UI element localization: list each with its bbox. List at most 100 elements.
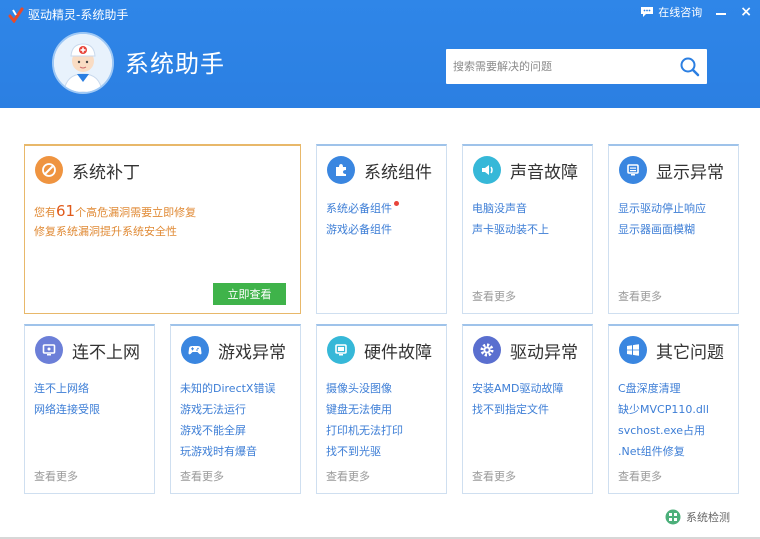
issue-link[interactable]: 游戏必备组件 [326, 219, 399, 240]
monitor-icon [619, 156, 647, 184]
gear-icon [473, 336, 501, 364]
windows-icon [619, 336, 647, 364]
hardware-icon [327, 336, 355, 364]
issue-link-label: svchost.exe占用 [618, 424, 706, 437]
view-more-link[interactable]: 查看更多 [472, 288, 516, 304]
card-header: 系统补丁 [35, 156, 140, 184]
card-header: 游戏异常 [181, 336, 286, 364]
view-more-link[interactable]: 查看更多 [180, 468, 224, 484]
doctor-avatar [52, 32, 114, 94]
issue-link[interactable]: 找不到光驱 [326, 441, 403, 462]
card-header: 系统组件 [327, 156, 432, 184]
issue-link[interactable]: 显示器画面模糊 [618, 219, 706, 240]
patch-summary-suffix: 个高危漏洞需要立即修复 [75, 206, 197, 219]
close-button[interactable]: × [740, 5, 752, 19]
issue-link-label: C盘深度清理 [618, 382, 681, 395]
issue-link[interactable]: 摄像头没图像 [326, 378, 403, 399]
issue-link[interactable]: 游戏无法运行 [180, 399, 275, 420]
issue-link[interactable]: .Net组件修复 [618, 441, 709, 462]
card-title: 驱动异常 [510, 342, 578, 363]
minimize-button[interactable] [716, 9, 727, 15]
issue-link[interactable]: 连不上网络 [34, 378, 100, 399]
window-controls: 在线咨询 × [640, 4, 752, 20]
card-links: 连不上网络网络连接受限 [34, 378, 100, 420]
app-title: 系统助手 [125, 50, 225, 78]
issue-link-label: 缺少MVCP110.dll [618, 403, 709, 416]
view-more-link[interactable]: 查看更多 [472, 468, 516, 484]
card-header: 声音故障 [473, 156, 578, 184]
card-header: 显示异常 [619, 156, 724, 184]
minimize-icon [716, 13, 727, 15]
issue-link[interactable]: 电脑没声音 [472, 198, 549, 219]
view-more-link[interactable]: 查看更多 [326, 468, 370, 484]
issue-link-label: 游戏不能全屏 [180, 424, 246, 437]
issue-link[interactable]: 声卡驱动装不上 [472, 219, 549, 240]
system-check-label: 系统检测 [686, 511, 730, 524]
issue-link-label: 连不上网络 [34, 382, 89, 395]
card-system-patch: 系统补丁 您有61个高危漏洞需要立即修复 修复系统漏洞提升系统安全性 立即查看 [24, 144, 301, 314]
card-links: 电脑没声音声卡驱动装不上 [472, 198, 549, 240]
view-now-button[interactable]: 立即查看 [213, 283, 286, 305]
issue-link-label: 打印机无法打印 [326, 424, 403, 437]
issue-link-label: 显示器画面模糊 [618, 223, 695, 236]
app-logo-icon [8, 7, 24, 24]
card-title: 硬件故障 [364, 342, 432, 363]
card-title: 系统补丁 [72, 162, 140, 183]
issue-link-label: 键盘无法使用 [326, 403, 392, 416]
chat-bubble-icon [641, 7, 654, 17]
issue-link[interactable]: 游戏不能全屏 [180, 420, 275, 441]
issue-link[interactable]: C盘深度清理 [618, 378, 709, 399]
system-check-icon [665, 509, 681, 525]
issue-link[interactable]: 打印机无法打印 [326, 420, 403, 441]
view-more-link[interactable]: 查看更多 [34, 468, 78, 484]
issue-link-label: 声卡驱动装不上 [472, 223, 549, 236]
issue-link-label: 网络连接受限 [34, 403, 100, 416]
patch-info: 您有61个高危漏洞需要立即修复 修复系统漏洞提升系统安全性 [34, 200, 196, 240]
card-links: 摄像头没图像 键盘无法使用 打印机无法打印 找不到光驱 [326, 378, 403, 462]
card-links: 显示驱动停止响应 显示器画面模糊 [618, 198, 706, 240]
card-title: 系统组件 [364, 162, 432, 183]
issue-link[interactable]: 未知的DirectX错误 [180, 378, 275, 399]
online-consult-button[interactable]: 在线咨询 [640, 4, 702, 20]
card-driver: 驱动异常安装AMD驱动故障找不到指定文件 查看更多 [462, 324, 593, 494]
card-header: 连不上网 [35, 336, 140, 364]
wrench-icon [35, 156, 63, 184]
issue-link-label: 找不到光驱 [326, 445, 381, 458]
issue-link-label: 找不到指定文件 [472, 403, 549, 416]
issue-link[interactable]: 系统必备组件 [326, 198, 399, 219]
issue-link[interactable]: 网络连接受限 [34, 399, 100, 420]
search-box [446, 49, 707, 84]
new-badge-dot [394, 201, 399, 206]
speaker-icon [473, 156, 501, 184]
card-other: 其它问题 C盘深度清理缺少MVCP110.dll svchost.exe占用 .Net… [608, 324, 739, 494]
issue-link[interactable]: 找不到指定文件 [472, 399, 564, 420]
card-links: 系统必备组件 游戏必备组件 [326, 198, 399, 240]
search-button[interactable] [679, 56, 701, 78]
issue-link-label: 摄像头没图像 [326, 382, 392, 395]
issue-link[interactable]: 显示驱动停止响应 [618, 198, 706, 219]
puzzle-icon [327, 156, 355, 184]
issue-link-label: 游戏必备组件 [326, 223, 392, 236]
issue-link[interactable]: 缺少MVCP110.dll [618, 399, 709, 420]
card-links: 未知的DirectX错误游戏无法运行 游戏不能全屏玩游戏时有爆音 [180, 378, 275, 462]
issue-link-label: 系统必备组件 [326, 202, 392, 215]
issue-link[interactable]: 键盘无法使用 [326, 399, 403, 420]
card-components: 系统组件系统必备组件 游戏必备组件 [316, 144, 447, 314]
card-game: 游戏异常未知的DirectX错误游戏无法运行 游戏不能全屏玩游戏时有爆音查看更多 [170, 324, 301, 494]
system-check-button[interactable]: 系统检测 [665, 509, 730, 525]
patch-summary-prefix: 您有 [34, 206, 56, 219]
view-more-link[interactable]: 查看更多 [618, 288, 662, 304]
issue-link-label: 显示驱动停止响应 [618, 202, 706, 215]
card-sound: 声音故障电脑没声音声卡驱动装不上 查看更多 [462, 144, 593, 314]
issue-link-label: 游戏无法运行 [180, 403, 246, 416]
card-title: 其它问题 [656, 342, 724, 363]
card-title: 显示异常 [656, 162, 724, 183]
issue-link[interactable]: svchost.exe占用 [618, 420, 709, 441]
view-more-link[interactable]: 查看更多 [618, 468, 662, 484]
issue-link[interactable]: 安装AMD驱动故障 [472, 378, 564, 399]
header-bar: 驱动精灵-系统助手 在线咨询 × 系统助手 [0, 0, 760, 108]
issue-link[interactable]: 玩游戏时有爆音 [180, 441, 275, 462]
card-header: 硬件故障 [327, 336, 432, 364]
card-title: 游戏异常 [218, 342, 286, 363]
search-input[interactable] [446, 49, 672, 84]
